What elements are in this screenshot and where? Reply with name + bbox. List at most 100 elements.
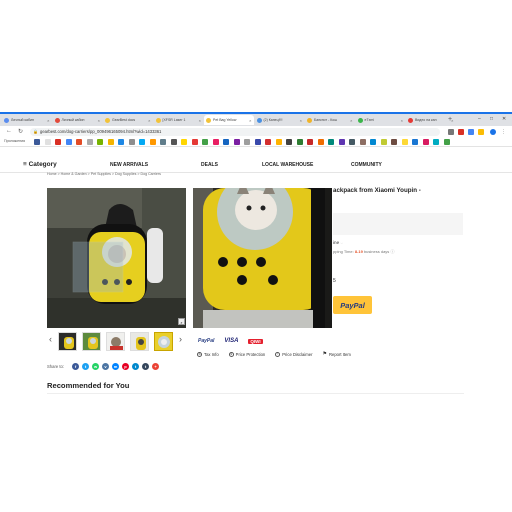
tab-close-icon[interactable]: × — [98, 118, 100, 123]
bookmark-icon[interactable] — [338, 138, 345, 145]
bookmark-icon[interactable] — [328, 138, 334, 145]
bookmark-icon[interactable] — [86, 138, 93, 145]
nav-new-arrivals[interactable]: NEW ARRIVALS — [110, 162, 148, 168]
close-window-icon[interactable]: ✕ — [502, 116, 506, 122]
bookmark-icon[interactable] — [65, 138, 72, 145]
whatsapp-share-icon[interactable]: w — [92, 363, 99, 370]
ship-to-country[interactable]: ine — [333, 240, 339, 245]
tab-active[interactable]: Pet Bag Yellow × — [204, 115, 254, 125]
tab-close-icon[interactable]: × — [300, 118, 302, 123]
browser-tab[interactable]: Личный кабин × — [53, 115, 103, 125]
tab-close-icon[interactable]: × — [199, 118, 201, 123]
thumb-prev-arrow[interactable]: ‹ — [49, 334, 52, 344]
bookmark-icon[interactable] — [296, 138, 303, 145]
tax-info-link[interactable]: $ Tax Info — [197, 351, 219, 357]
zoom-icon[interactable]: ⌕ — [178, 318, 185, 325]
tab-close-icon[interactable]: × — [350, 118, 352, 123]
extension-icon[interactable] — [458, 129, 464, 135]
breadcrumb[interactable]: Home > Home & Garden > Pet Supplies > Do… — [47, 172, 161, 176]
bookmark-icon[interactable] — [412, 138, 418, 145]
category-menu[interactable]: ≡ Category — [23, 161, 57, 168]
bookmark-icon[interactable] — [275, 138, 282, 145]
extension-icon[interactable] — [468, 129, 474, 135]
bookmark-icon[interactable] — [359, 138, 366, 145]
product-thumbnail-selected[interactable] — [154, 332, 173, 351]
paypal-checkout-button[interactable]: PayPal — [333, 296, 372, 314]
bookmark-icon[interactable] — [149, 138, 156, 145]
bookmark-icon[interactable] — [433, 138, 439, 145]
minimize-icon[interactable]: – — [478, 116, 481, 122]
bookmark-icon[interactable] — [391, 138, 397, 145]
bookmark-icon[interactable] — [265, 138, 271, 145]
facebook-share-icon[interactable]: f — [72, 363, 79, 370]
bookmark-icon[interactable] — [223, 138, 229, 145]
bookmark-icon[interactable] — [286, 138, 292, 145]
bookmark-icon[interactable] — [139, 138, 145, 145]
ship-to-selector[interactable]: ine ⌵ — [333, 240, 343, 245]
apps-bookmark[interactable]: Приложения — [4, 139, 25, 143]
pinterest-share-icon[interactable]: p — [122, 363, 129, 370]
tab-close-icon[interactable]: × — [47, 118, 49, 123]
bookmark-icon[interactable] — [118, 138, 124, 145]
bookmark-icon[interactable] — [44, 138, 51, 145]
browser-tab[interactable]: Банкнот - Кош × — [305, 115, 355, 125]
tab-close-icon[interactable]: × — [401, 118, 403, 123]
help-icon[interactable]: ⓘ — [390, 249, 394, 254]
bookmark-icon[interactable] — [76, 138, 82, 145]
bookmark-icon[interactable] — [307, 138, 313, 145]
bookmark-icon[interactable] — [97, 138, 103, 145]
price-disclaimer-link[interactable]: ! Price Disclaimer — [275, 351, 312, 357]
bookmark-icon[interactable] — [34, 138, 40, 145]
omnibox[interactable]: 🔒 gearbest.com/dog-carriers/pp_009496165… — [30, 127, 440, 136]
reload-icon[interactable]: ↻ — [18, 128, 23, 135]
product-main-image[interactable] — [47, 188, 186, 328]
nav-community[interactable]: COMMUNITY — [351, 162, 382, 168]
menu-icon[interactable]: ⋮ — [501, 129, 507, 135]
bookmark-icon[interactable] — [422, 138, 429, 145]
bookmark-icon[interactable] — [212, 138, 219, 145]
tab-close-icon[interactable]: × — [148, 118, 150, 123]
vk-share-icon[interactable]: v — [102, 363, 109, 370]
url-text[interactable]: gearbest.com/dog-carriers/pp_00949616509… — [40, 129, 161, 134]
twitter-share-icon[interactable]: t — [82, 363, 89, 370]
nav-local-warehouse[interactable]: LOCAL WAREHOUSE — [262, 162, 313, 168]
bookmark-icon[interactable] — [181, 138, 187, 145]
bookmark-icon[interactable] — [370, 138, 376, 145]
bookmark-icon[interactable] — [160, 138, 166, 145]
bookmark-icon[interactable] — [349, 138, 355, 145]
bookmark-icon[interactable] — [107, 138, 114, 145]
new-tab-button[interactable]: + — [448, 116, 452, 123]
bookmark-icon[interactable] — [254, 138, 261, 145]
product-thumbnail[interactable] — [58, 332, 77, 351]
report-item-link[interactable]: ⚑ Report Item — [322, 351, 350, 357]
profile-avatar[interactable] — [490, 129, 496, 135]
bookmark-icon[interactable] — [202, 138, 208, 145]
bookmark-icon[interactable] — [55, 138, 61, 145]
price-protection-link[interactable]: $ Price Protection — [228, 351, 265, 357]
back-icon[interactable]: ← — [6, 128, 12, 134]
more-share-icon[interactable]: + — [152, 363, 159, 370]
bookmark-icon[interactable] — [401, 138, 408, 145]
nav-deals[interactable]: DEALS — [201, 162, 218, 168]
quantity-value[interactable]: 5 — [333, 278, 336, 284]
bookmark-icon[interactable] — [128, 138, 135, 145]
bookmark-icon[interactable] — [170, 138, 177, 145]
product-thumbnail[interactable] — [106, 332, 125, 351]
chevron-down-icon[interactable]: ⌵ — [340, 241, 343, 245]
extension-icon[interactable] — [478, 129, 484, 135]
translate-icon[interactable] — [448, 129, 454, 135]
bookmark-icon[interactable] — [443, 138, 450, 145]
bookmark-icon[interactable] — [380, 138, 387, 145]
telegram-share-icon[interactable]: t — [132, 363, 139, 370]
bookmark-icon[interactable] — [244, 138, 250, 145]
browser-tab[interactable]: (2) Капец!!!! × — [255, 115, 305, 125]
maximize-icon[interactable]: □ — [490, 116, 493, 122]
messenger-share-icon[interactable]: m — [112, 363, 119, 370]
browser-tab[interactable]: [XFSR Laser 1 × — [154, 115, 204, 125]
bookmark-icon[interactable] — [191, 138, 198, 145]
bookmark-icon[interactable] — [317, 138, 324, 145]
thumb-next-arrow[interactable]: › — [179, 334, 182, 344]
bookmark-icon[interactable] — [233, 138, 240, 145]
browser-tab[interactable]: eTxmi × — [356, 115, 406, 125]
browser-tab[interactable]: GearBest docs × — [103, 115, 153, 125]
